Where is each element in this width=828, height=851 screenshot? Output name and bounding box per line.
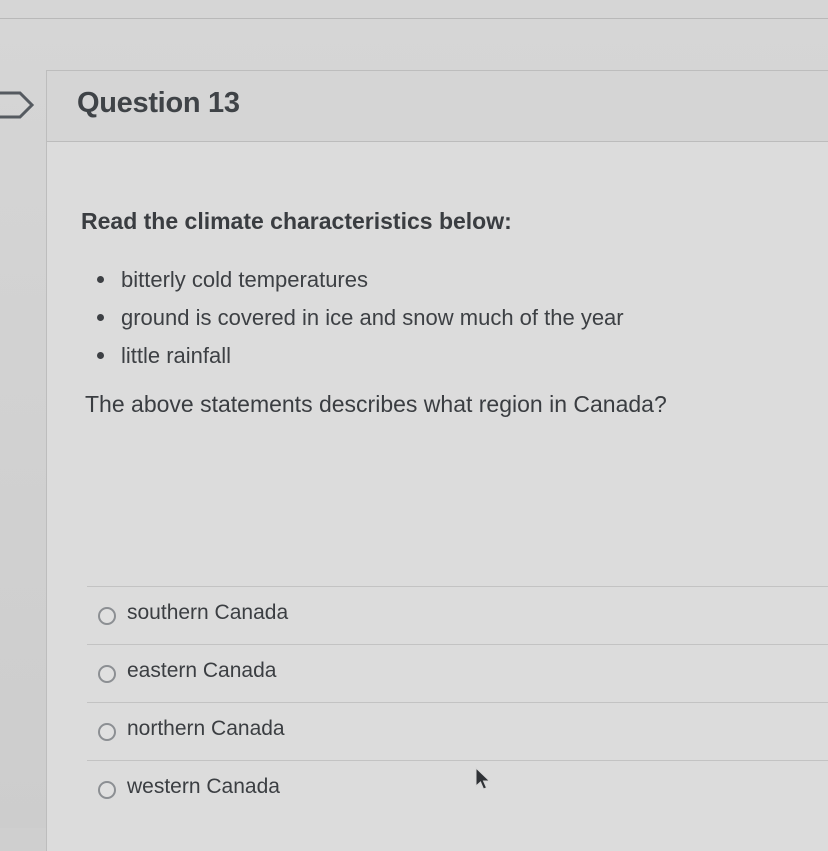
answer-label[interactable]: southern Canada — [127, 601, 288, 625]
bullet-icon — [97, 314, 104, 321]
answer-option-northern[interactable]: northern Canada — [87, 702, 828, 760]
list-item: little rainfall — [87, 337, 624, 375]
answer-label[interactable]: northern Canada — [127, 717, 285, 741]
bookmark-flag-icon[interactable] — [0, 90, 36, 120]
bullet-icon — [97, 276, 104, 283]
mouse-pointer-icon — [475, 766, 491, 790]
characteristic-text: little rainfall — [121, 343, 232, 368]
radio-unselected-icon[interactable] — [98, 723, 116, 741]
question-header: Question 13 — [47, 71, 828, 142]
radio-unselected-icon[interactable] — [98, 607, 116, 625]
characteristic-text: ground is covered in ice and snow much o… — [121, 305, 624, 330]
list-item: ground is covered in ice and snow much o… — [87, 299, 624, 337]
question-card: Question 13 Read the climate characteris… — [46, 70, 828, 851]
answer-label[interactable]: eastern Canada — [127, 659, 276, 683]
question-prompt: Read the climate characteristics below: — [81, 208, 512, 234]
characteristics-list: bitterly cold temperatures ground is cov… — [87, 261, 624, 375]
top-divider — [0, 18, 828, 19]
characteristic-text: bitterly cold temperatures — [121, 267, 368, 292]
radio-unselected-icon[interactable] — [98, 665, 116, 683]
quiz-screen: Question 13 Read the climate characteris… — [0, 0, 828, 851]
bullet-icon — [97, 352, 104, 359]
answer-option-western[interactable]: western Canada — [87, 760, 828, 818]
answer-option-eastern[interactable]: eastern Canada — [87, 644, 828, 702]
answer-list: southern Canada eastern Canada northern … — [87, 586, 828, 818]
question-statement: The above statements describes what regi… — [85, 391, 667, 417]
question-title: Question 13 — [77, 87, 240, 119]
answer-option-southern[interactable]: southern Canada — [87, 586, 828, 644]
answer-label[interactable]: western Canada — [127, 775, 280, 799]
list-item: bitterly cold temperatures — [87, 261, 624, 299]
radio-unselected-icon[interactable] — [98, 781, 116, 799]
